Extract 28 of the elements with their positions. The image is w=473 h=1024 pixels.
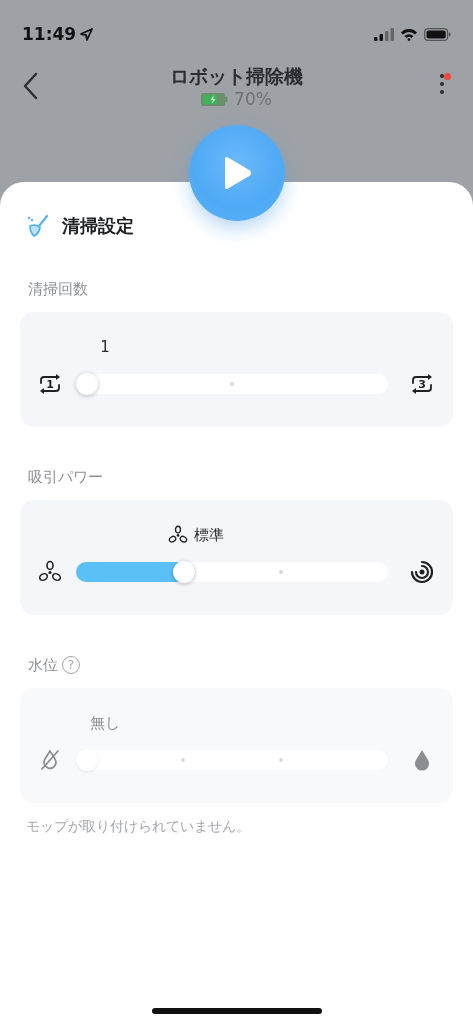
signal-icon (374, 27, 394, 41)
helper-note: モップが取り付けられていません。 (26, 817, 251, 836)
more-icon (440, 74, 444, 94)
location-icon (80, 27, 94, 41)
slider-track[interactable] (76, 374, 388, 394)
slider-thumb[interactable] (76, 373, 98, 395)
back-button[interactable] (22, 72, 38, 100)
no-water-icon (38, 748, 62, 772)
slider-value: 無し (90, 713, 120, 734)
vortex-icon (410, 560, 434, 584)
home-indicator[interactable] (151, 1008, 322, 1014)
section-title: 清掃設定 (62, 214, 134, 238)
status-time: 11:49 (22, 24, 77, 44)
fan-icon (38, 560, 62, 584)
back-icon (22, 72, 38, 100)
slider-track[interactable] (76, 562, 388, 582)
fan-icon (167, 525, 188, 545)
wifi-icon (400, 27, 418, 41)
setting-label: 水位 (28, 655, 58, 675)
setting-label: 清掃回数 (28, 279, 88, 299)
play-button[interactable] (188, 125, 285, 221)
slider-value: 標準 (167, 524, 224, 546)
setting-label: 吸引パワー (28, 467, 103, 487)
slider-value: 1 (100, 337, 110, 358)
device-title: ロボット掃除機 (170, 64, 303, 88)
battery-charging-icon (201, 92, 229, 106)
broom-icon (26, 214, 50, 238)
battery-icon (424, 27, 451, 41)
